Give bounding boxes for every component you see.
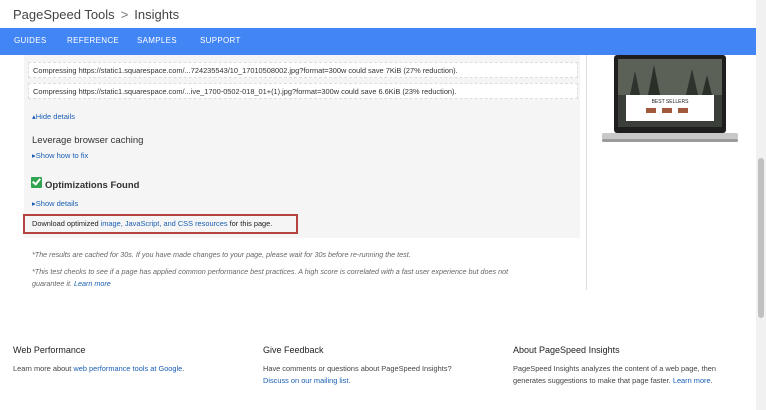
nav-reference[interactable]: REFERENCE bbox=[67, 36, 119, 45]
download-prefix: Download optimized bbox=[32, 219, 101, 228]
breadcrumb: PageSpeed Tools > Insights bbox=[13, 7, 179, 22]
download-resources-box: Download optimized image, JavaScript, an… bbox=[23, 214, 298, 234]
nav-guides[interactable]: GUIDES bbox=[14, 36, 46, 45]
vertical-scrollbar[interactable] bbox=[756, 0, 766, 410]
download-resources-link[interactable]: image, JavaScript, and CSS resources bbox=[101, 219, 228, 228]
footer-web-performance-text: Learn more about web performance tools a… bbox=[13, 364, 185, 373]
caching-heading: Leverage browser caching bbox=[32, 135, 144, 146]
preview-banner: BEST SELLERS bbox=[652, 99, 690, 105]
show-details-link[interactable]: ▸Show details bbox=[32, 199, 78, 208]
footer-feedback-link-line: Discuss on our mailing list. bbox=[263, 376, 351, 385]
footer-web-performance-title: Web Performance bbox=[13, 345, 86, 355]
compression-row: Compressing https://static1.squarespace.… bbox=[28, 83, 578, 99]
breadcrumb-separator: > bbox=[120, 7, 129, 22]
footer-about-text: PageSpeed Insights analyzes the content … bbox=[513, 364, 716, 373]
compression-row: Compressing https://static1.squarespace.… bbox=[28, 62, 578, 78]
header-bar: PageSpeed Tools > Insights bbox=[0, 0, 756, 28]
cache-note: *The results are cached for 30s. If you … bbox=[32, 250, 411, 259]
best-practices-note-continued: guarantee it. Learn more bbox=[32, 279, 111, 288]
results-panel: Compressing https://static1.squarespace.… bbox=[0, 55, 586, 290]
nav-support[interactable]: SUPPORT bbox=[200, 36, 241, 45]
show-how-to-fix-link[interactable]: ▸Show how to fix bbox=[32, 151, 88, 160]
nav-samples[interactable]: SAMPLES bbox=[137, 36, 177, 45]
breadcrumb-parent-link[interactable]: PageSpeed Tools bbox=[13, 7, 115, 22]
check-icon bbox=[31, 176, 42, 188]
page-preview-laptop: BEST SELLERS bbox=[602, 55, 740, 145]
footer-about-text-continued: generates suggestions to make that page … bbox=[513, 376, 713, 385]
footer-feedback-text: Have comments or questions about PageSpe… bbox=[263, 364, 452, 373]
web-performance-tools-link[interactable]: web performance tools at Google bbox=[73, 364, 182, 373]
best-practices-note: *This test checks to see if a page has a… bbox=[32, 267, 509, 276]
about-learn-more-link[interactable]: Learn more bbox=[673, 376, 711, 385]
optimizations-heading: Optimizations Found bbox=[45, 180, 140, 191]
footer-feedback-title: Give Feedback bbox=[263, 345, 324, 355]
top-navigation: GUIDES REFERENCE SAMPLES SUPPORT bbox=[0, 28, 756, 55]
breadcrumb-current: Insights bbox=[134, 7, 180, 22]
scrollbar-thumb[interactable] bbox=[758, 158, 764, 318]
learn-more-link[interactable]: Learn more bbox=[74, 279, 111, 288]
download-suffix: for this page. bbox=[227, 219, 273, 228]
hide-details-link[interactable]: ▴Hide details bbox=[32, 112, 75, 121]
column-divider bbox=[586, 55, 587, 290]
footer-about-title: About PageSpeed Insights bbox=[513, 345, 620, 355]
mailing-list-link[interactable]: Discuss on our mailing list bbox=[263, 376, 348, 385]
